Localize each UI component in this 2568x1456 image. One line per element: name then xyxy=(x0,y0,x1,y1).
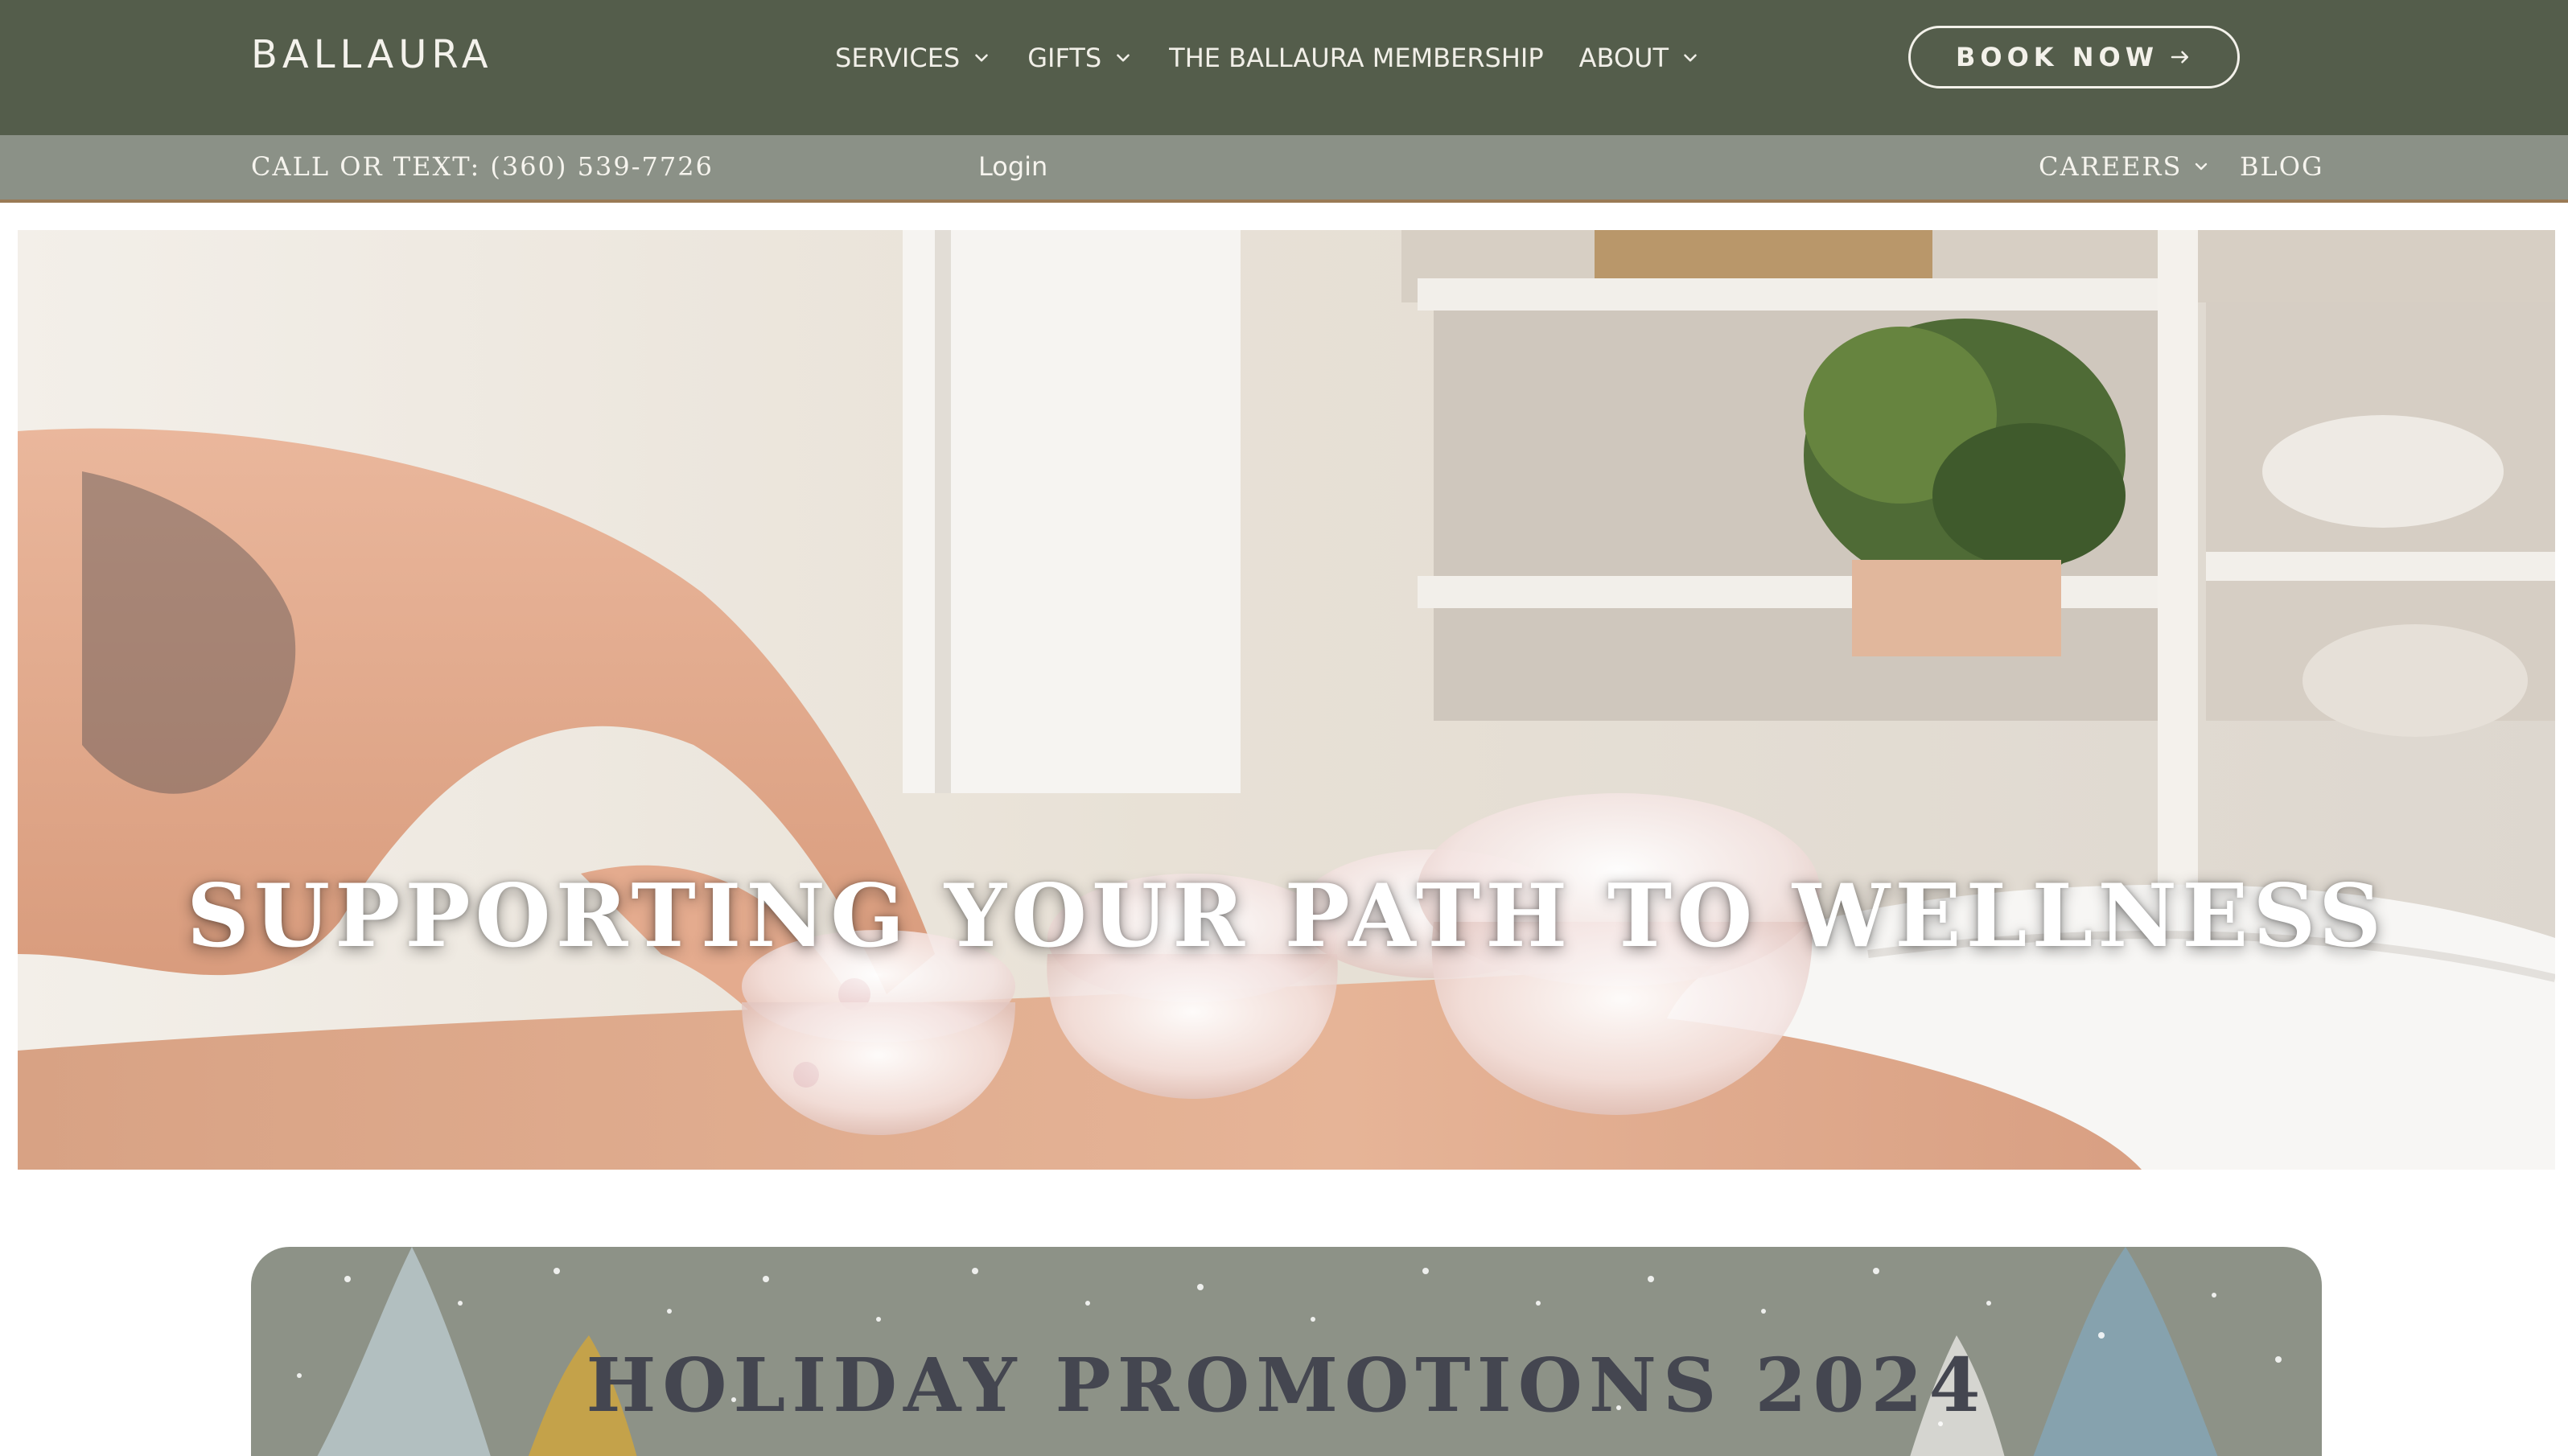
hero-title: SUPPORTING YOUR PATH TO WELLNESS xyxy=(186,866,2387,967)
login-link[interactable]: Login xyxy=(978,151,1047,182)
menu-item-about[interactable]: ABOUT xyxy=(1579,43,1701,73)
menu-item-label: THE BALLAURA MEMBERSHIP xyxy=(1169,43,1544,73)
careers-label: CAREERS xyxy=(2039,151,2183,182)
menu-item-label: SERVICES xyxy=(835,43,961,73)
menu-item-label: GIFTS xyxy=(1027,43,1102,73)
chevron-down-icon xyxy=(971,47,992,68)
chevron-down-icon xyxy=(2191,157,2211,176)
book-now-label: BOOK NOW xyxy=(1955,42,2159,72)
holiday-promo-banner[interactable]: HOLIDAY PROMOTIONS 2024 xyxy=(251,1247,2322,1456)
blog-link[interactable]: BLOG xyxy=(2240,151,2324,182)
hero-image xyxy=(18,230,2555,1170)
main-menu: SERVICES GIFTS THE BALLAURA MEMBERSHIP A… xyxy=(835,40,1736,76)
menu-item-label: ABOUT xyxy=(1578,43,1669,73)
brand-logo[interactable]: BALLAURA xyxy=(251,32,493,77)
phone-contact[interactable]: CALL OR TEXT: (360) 539-7726 xyxy=(251,151,714,182)
book-now-button[interactable]: BOOK NOW xyxy=(1908,26,2240,88)
top-navigation: BALLAURA SERVICES GIFTS THE BALLAURA MEM… xyxy=(0,0,2568,135)
chevron-down-icon xyxy=(1113,47,1134,68)
secondary-bar: CALL OR TEXT: (360) 539-7726 Login CAREE… xyxy=(0,135,2568,203)
chevron-down-icon xyxy=(1680,47,1701,68)
careers-menu[interactable]: CAREERS xyxy=(2039,151,2211,182)
menu-item-services[interactable]: SERVICES xyxy=(835,43,992,73)
menu-item-gifts[interactable]: GIFTS xyxy=(1027,43,1134,73)
arrow-right-icon xyxy=(2168,45,2192,69)
promo-title: HOLIDAY PROMOTIONS 2024 xyxy=(586,1342,1987,1429)
hero-banner: SUPPORTING YOUR PATH TO WELLNESS xyxy=(18,230,2555,1170)
menu-item-membership[interactable]: THE BALLAURA MEMBERSHIP xyxy=(1169,43,1544,73)
